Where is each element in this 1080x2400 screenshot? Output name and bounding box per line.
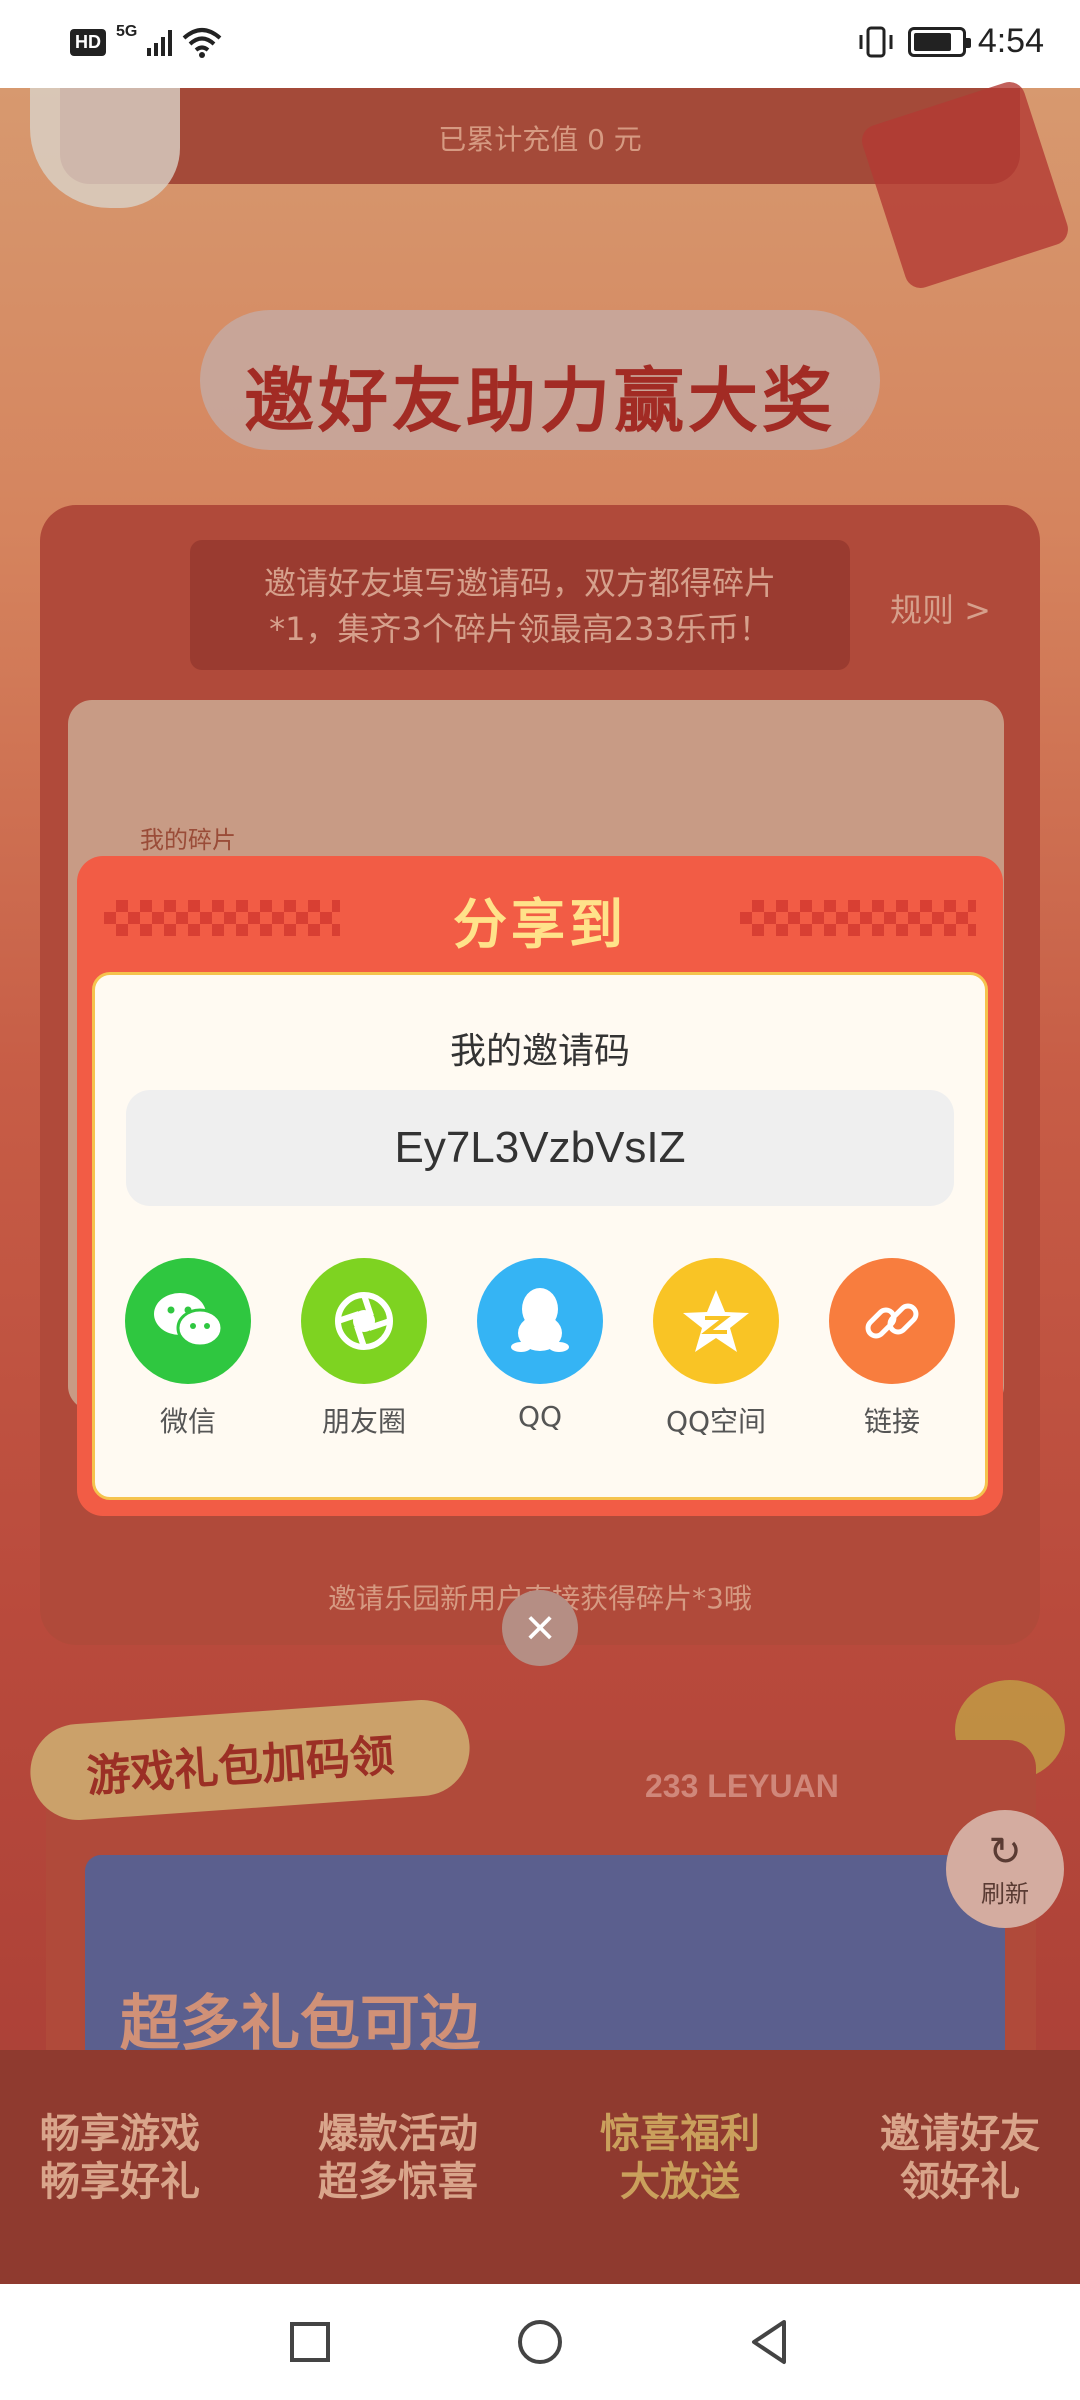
invite-desc-line1: 邀请好友填写邀请码，双方都得碎片 [263, 564, 776, 602]
checker-decoration-right [740, 900, 976, 936]
share-label: 微信 [159, 1405, 216, 1438]
feature-line1: 爆款活动 [318, 2111, 478, 2157]
moments-icon [301, 1258, 427, 1384]
share-label: QQ空间 [665, 1405, 767, 1438]
brand-text: 233 LEYUAN [645, 1768, 839, 1804]
feature-line1: 畅享游戏 [40, 2111, 200, 2157]
refresh-label: 刷新 [981, 1879, 1029, 1908]
page-title: 邀好友助力赢大奖 [244, 360, 836, 442]
link-icon [829, 1258, 955, 1384]
refresh-icon: ↻ [988, 1828, 1022, 1875]
feature-line2: 大放送 [620, 2159, 740, 2205]
shards-label: 我的碎片 [140, 826, 236, 854]
status-right: 4:54 [856, 22, 1044, 61]
hd-badge: HD [70, 28, 106, 56]
feature-item: 邀请好友 领好礼 [840, 2110, 1080, 2206]
qq-icon [477, 1258, 603, 1384]
battery-icon [907, 26, 971, 57]
invite-code-label: 我的邀请码 [449, 1031, 630, 1072]
clock: 4:54 [977, 22, 1044, 60]
triangle-back-icon[interactable] [740, 2312, 800, 2372]
qzone-icon [653, 1258, 779, 1384]
invite-code-box[interactable]: Ey7L3VzbVsIZ [126, 1090, 954, 1206]
feature-item: 爆款活动 超多惊喜 [278, 2110, 518, 2206]
share-qzone[interactable]: QQ空间 [636, 1258, 796, 1440]
rules-link[interactable]: 规则 > [890, 585, 991, 631]
feature-item: 畅享游戏 畅享好礼 [0, 2110, 240, 2206]
refresh-button[interactable]: ↻ 刷新 [946, 1810, 1064, 1928]
status-left: HD 5G [70, 23, 222, 58]
status-bar: HD 5G 4:54 [0, 0, 1080, 88]
wechat-icon [125, 1258, 251, 1384]
feature-item: 惊喜福利 大放送 [560, 2110, 800, 2206]
network-type: 5G [116, 23, 138, 40]
square-recent-icon[interactable] [280, 2312, 340, 2372]
share-qq[interactable]: QQ [460, 1258, 620, 1433]
share-label: 链接 [863, 1405, 920, 1438]
checker-decoration-left [104, 900, 340, 936]
feature-line2: 畅享好礼 [40, 2159, 200, 2205]
share-link[interactable]: 链接 [812, 1258, 972, 1440]
vibrate-icon [859, 26, 893, 57]
banner-text: 超多礼包可边 [120, 1989, 480, 2059]
navigation-bar [0, 2284, 1080, 2400]
close-icon[interactable]: × [502, 1590, 578, 1666]
feature-line2: 领好礼 [900, 2159, 1020, 2205]
modal-title: 分享到 [453, 893, 627, 956]
feature-line1: 惊喜福利 [600, 2111, 760, 2157]
invite-description: 邀请好友填写邀请码，双方都得碎片 *1，集齐3个碎片领最高233乐币！ [210, 560, 830, 652]
share-label: QQ [517, 1400, 563, 1433]
share-moments[interactable]: 朋友圈 [284, 1258, 444, 1440]
wifi-icon [183, 28, 222, 58]
feature-line1: 邀请好友 [880, 2111, 1040, 2157]
share-wechat[interactable]: 微信 [108, 1258, 268, 1440]
invite-desc-line2: *1，集齐3个碎片领最高233乐币！ [269, 610, 771, 648]
circle-home-icon[interactable] [510, 2312, 570, 2372]
share-label: 朋友圈 [321, 1405, 406, 1438]
feature-line2: 超多惊喜 [318, 2159, 478, 2205]
signal-icon [147, 28, 173, 56]
